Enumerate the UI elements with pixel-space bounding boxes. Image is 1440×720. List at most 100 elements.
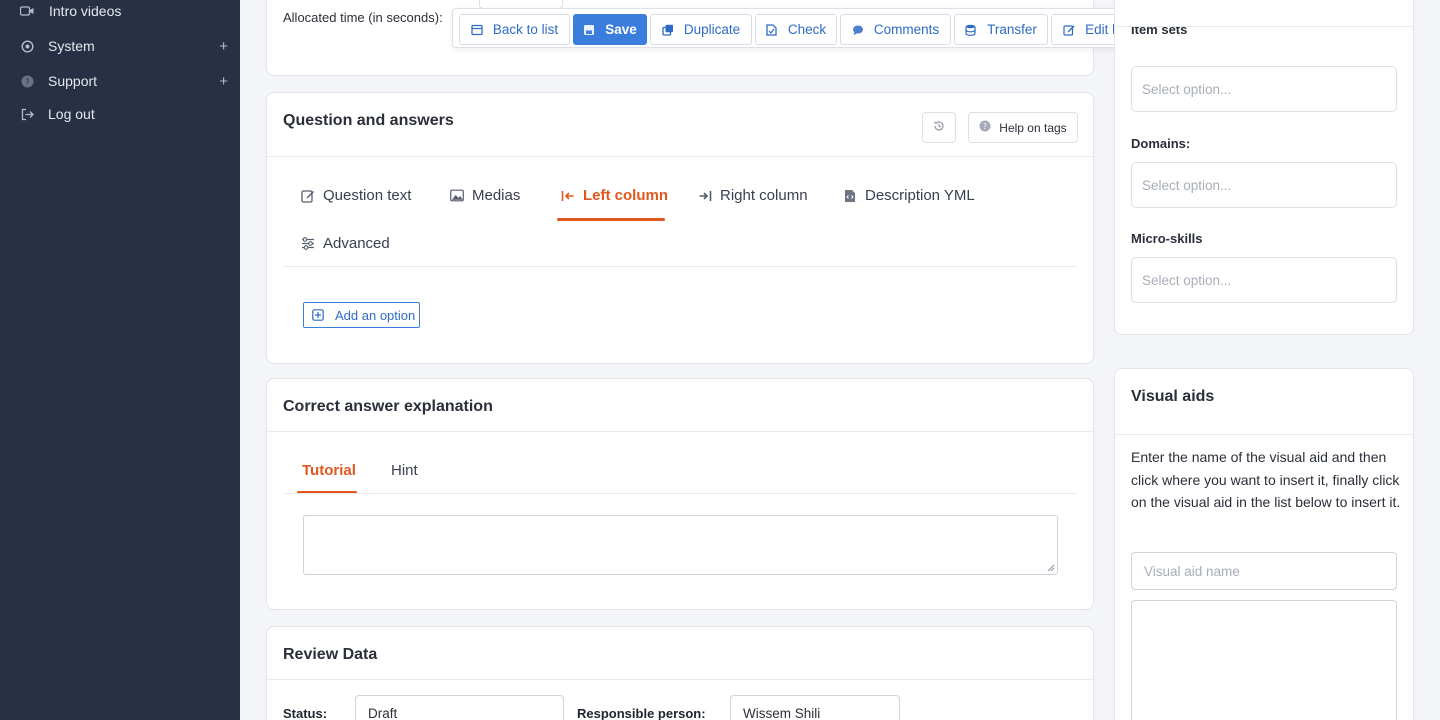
transfer-label: Transfer [987, 22, 1037, 37]
responsible-person-select[interactable]: Wissem Shili [730, 695, 900, 720]
sidebar-item-support[interactable]: ? Support + [0, 65, 240, 97]
plus-square-icon [312, 309, 324, 321]
comment-icon [852, 24, 864, 36]
review-data-card: Review Data Status: Draft Responsible pe… [266, 626, 1094, 720]
select-placeholder: Select option... [1142, 272, 1232, 288]
status-label: Status: [283, 706, 328, 720]
item-sets-select[interactable]: Select option... [1131, 66, 1397, 112]
tab-label: Description YML [865, 187, 975, 204]
save-button[interactable]: Save [573, 14, 647, 45]
taxonomy-card: Item sets Select option... Domains: Sele… [1114, 0, 1414, 335]
sidebar-item-label: Log out [48, 106, 95, 122]
gear-icon [20, 39, 34, 53]
micro-skills-label: Micro-skills [1131, 231, 1203, 246]
help-icon: ? [20, 74, 34, 88]
sidebar-item-label: Support [48, 73, 98, 89]
database-icon [965, 24, 977, 36]
status-select[interactable]: Draft [355, 695, 564, 720]
sidebar-item-label: System [48, 38, 95, 54]
tab-advanced[interactable]: Advanced [301, 235, 390, 252]
arrow-right-bar-icon [698, 189, 712, 203]
tab-question-text[interactable]: Question text [301, 187, 411, 204]
arrow-left-bar-icon [561, 189, 575, 203]
explanation-card: Correct answer explanation Tutorial Hint [266, 378, 1094, 610]
check-button[interactable]: Check [755, 14, 837, 45]
list-icon [471, 24, 483, 36]
sidebar-item-intro-videos[interactable]: Intro videos [0, 0, 240, 27]
section-title: Correct answer explanation [283, 398, 493, 415]
svg-text:?: ? [983, 122, 987, 131]
select-placeholder: Select option... [1142, 177, 1232, 193]
visual-aid-name-input[interactable]: Visual aid name [1131, 552, 1397, 590]
comments-button[interactable]: Comments [840, 14, 951, 45]
file-check-icon [766, 23, 778, 36]
item-sets-label-clip: Item sets [1131, 27, 1401, 36]
add-option-button[interactable]: Add an option [303, 302, 420, 328]
question-answers-card: Question and answers ? Help on tags Ques… [266, 92, 1094, 364]
explanation-textarea[interactable] [303, 515, 1058, 575]
visual-aids-card: Visual aids Enter the name of the visual… [1114, 368, 1414, 720]
visual-aids-list[interactable] [1131, 600, 1397, 720]
divider [267, 156, 1093, 157]
tab-hint[interactable]: Hint [391, 462, 418, 479]
sliders-icon [301, 237, 315, 251]
expand-icon[interactable]: + [219, 38, 228, 55]
file-code-icon [843, 189, 857, 203]
history-icon [933, 120, 945, 135]
active-tab-indicator [557, 218, 665, 221]
tab-medias[interactable]: Medias [450, 187, 520, 204]
section-title: Visual aids [1131, 388, 1215, 405]
help-on-tags-label: Help on tags [999, 120, 1067, 135]
duplicate-button[interactable]: Duplicate [650, 14, 752, 45]
divider [1115, 434, 1413, 435]
sidebar-item-system[interactable]: System + [0, 30, 240, 62]
save-icon [583, 24, 595, 36]
tab-label: Medias [472, 187, 521, 204]
divider [267, 431, 1093, 432]
divider [267, 679, 1093, 680]
tab-description-yml[interactable]: Description YML [843, 187, 975, 204]
transfer-button[interactable]: Transfer [954, 14, 1048, 45]
allocated-time-label: Allocated time (in seconds): [283, 10, 443, 25]
micro-skills-select[interactable]: Select option... [1131, 257, 1397, 303]
tab-right-column[interactable]: Right column [698, 187, 808, 204]
sidebar-item-label: Intro videos [49, 3, 122, 19]
edit-icon [1063, 24, 1075, 36]
back-to-list-label: Back to list [492, 22, 559, 37]
duplicate-label: Duplicate [683, 22, 741, 37]
logout-icon [20, 107, 34, 121]
sidebar-item-logout[interactable]: Log out [0, 98, 240, 130]
add-option-label: Add an option [335, 307, 416, 323]
tabs-divider [283, 266, 1077, 267]
save-label: Save [605, 22, 637, 37]
sidebar: Intro videos System + ? Support + Log ou… [0, 0, 240, 720]
comments-label: Comments [873, 22, 940, 37]
responsible-person-value: Wissem Shili [743, 705, 821, 720]
tab-label: Left column [583, 187, 668, 204]
tab-label: Advanced [323, 235, 390, 252]
expand-icon[interactable]: + [219, 73, 228, 90]
select-placeholder: Select option... [1142, 81, 1232, 97]
check-label: Check [787, 22, 827, 37]
image-icon [450, 189, 464, 203]
help-on-tags-button[interactable]: ? Help on tags [968, 112, 1078, 143]
action-toolbar: Back to list Save Duplicate Check Commen… [452, 8, 1228, 48]
back-to-list-button[interactable]: Back to list [459, 14, 570, 45]
status-value: Draft [368, 705, 398, 720]
history-button[interactable] [922, 112, 956, 143]
tabs-divider [283, 493, 1077, 494]
tab-tutorial[interactable]: Tutorial [302, 462, 356, 479]
tab-label: Question text [323, 187, 412, 204]
section-title: Review Data [283, 646, 378, 663]
video-icon [20, 4, 34, 18]
tab-left-column[interactable]: Left column [561, 187, 668, 204]
domains-select[interactable]: Select option... [1131, 162, 1397, 208]
tab-label: Hint [391, 462, 418, 479]
help-icon: ? [979, 120, 991, 135]
domains-label: Domains: [1131, 136, 1191, 151]
pencil-icon [301, 189, 315, 203]
resize-handle-icon[interactable] [1047, 564, 1055, 572]
item-sets-label: Item sets [1131, 27, 1188, 36]
visual-aids-description: Enter the name of the visual aid and the… [1131, 449, 1401, 510]
tab-label: Right column [720, 187, 808, 204]
